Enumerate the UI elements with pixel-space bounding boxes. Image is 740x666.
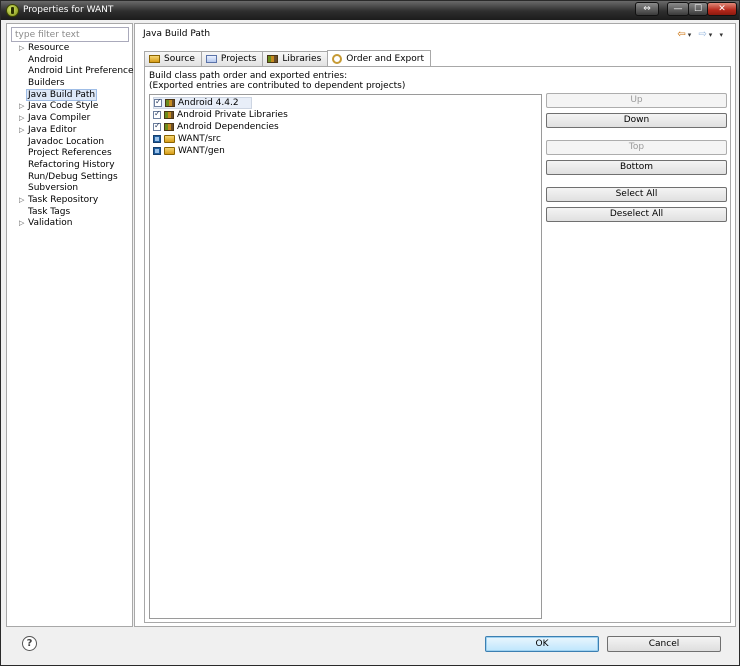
export-checkbox[interactable] xyxy=(154,97,162,107)
maximize-button[interactable]: ☐ xyxy=(688,2,708,16)
list-item[interactable]: WANT/gen xyxy=(153,145,225,157)
list-item[interactable]: Android 4.4.2 xyxy=(153,97,252,109)
properties-dialog: Properties for WANT ⇔ — ☐ ✕ ▷Resource An… xyxy=(0,0,740,666)
close-button[interactable]: ✕ xyxy=(707,2,737,16)
library-icon xyxy=(164,123,174,131)
tree-item-validation[interactable]: ▷ Validation xyxy=(7,218,132,230)
title-bar[interactable]: Properties for WANT ⇔ — ☐ ✕ xyxy=(1,1,739,20)
window-title: Properties for WANT xyxy=(23,5,114,15)
expand-triangle-icon[interactable]: ▷ xyxy=(19,125,24,137)
project-icon xyxy=(205,55,217,63)
export-checkbox[interactable] xyxy=(153,109,161,119)
expand-triangle-icon[interactable]: ▷ xyxy=(19,195,24,207)
tree-item-task-tags[interactable]: Task Tags xyxy=(7,207,132,219)
forward-dropdown-icon[interactable]: ▾ xyxy=(709,31,715,39)
build-path-tabs: Source Projects Libraries Order and Expo… xyxy=(144,50,431,66)
order-export-description: Build class path order and exported entr… xyxy=(149,71,406,91)
tab-source[interactable]: Source xyxy=(144,51,202,66)
tree-item-android-lint-preferences[interactable]: Android Lint Preferences xyxy=(7,66,138,78)
top-button[interactable]: Top xyxy=(546,140,727,155)
tab-projects[interactable]: Projects xyxy=(200,51,264,66)
tree-item-android[interactable]: Android xyxy=(7,55,132,67)
back-arrow-icon[interactable]: ⇦ xyxy=(677,29,687,40)
property-page: Java Build Path ⇦▾ ⇨▾ ▾ Source Projects … xyxy=(134,23,736,627)
eclipse-app-icon xyxy=(6,4,19,17)
deselect-all-button[interactable]: Deselect All xyxy=(546,207,727,222)
tree-item-run-debug-settings[interactable]: Run/Debug Settings xyxy=(7,172,132,184)
folder-icon xyxy=(164,135,175,143)
tab-order-and-export[interactable]: Order and Export xyxy=(327,50,431,66)
tree-item-java-compiler[interactable]: ▷ Java Compiler xyxy=(7,113,132,125)
library-icon xyxy=(165,99,175,107)
folder-icon xyxy=(164,147,175,155)
list-item[interactable]: WANT/src xyxy=(153,133,221,145)
forward-arrow-icon[interactable]: ⇨ xyxy=(698,29,708,40)
tree-item-refactoring-history[interactable]: Refactoring History xyxy=(7,160,132,172)
tree-item-subversion[interactable]: Subversion xyxy=(7,183,132,195)
bottom-button[interactable]: Bottom xyxy=(546,160,727,175)
ok-button[interactable]: OK xyxy=(485,636,599,652)
page-navigation: ⇦▾ ⇨▾ ▾ xyxy=(677,29,725,40)
restore-extra-button[interactable]: ⇔ xyxy=(635,2,659,16)
up-button[interactable]: Up xyxy=(546,93,727,108)
tree-item-task-repository[interactable]: ▷ Task Repository xyxy=(7,195,132,207)
classpath-entry-list[interactable]: Android 4.4.2 Android Private Libraries … xyxy=(149,94,542,619)
library-icon xyxy=(267,55,279,63)
property-tree: ▷ Resource Android Android Lint Preferenc… xyxy=(7,43,138,230)
tree-item-java-code-style[interactable]: ▷ Java Code Style xyxy=(7,101,132,113)
order-export-icon xyxy=(332,53,343,64)
export-checkbox[interactable] xyxy=(153,147,161,155)
export-checkbox[interactable] xyxy=(153,121,161,131)
help-icon[interactable]: ? xyxy=(22,636,37,651)
expand-triangle-icon[interactable]: ▷ xyxy=(19,218,24,230)
expand-triangle-icon[interactable]: ▷ xyxy=(19,43,24,55)
back-dropdown-icon[interactable]: ▾ xyxy=(688,31,694,39)
page-title: Java Build Path xyxy=(143,29,211,39)
select-all-button[interactable]: Select All xyxy=(546,187,727,202)
export-checkbox[interactable] xyxy=(153,135,161,143)
expand-triangle-icon[interactable]: ▷ xyxy=(19,113,24,125)
library-icon xyxy=(164,111,174,119)
order-export-panel: Build class path order and exported entr… xyxy=(144,66,731,623)
view-menu-icon[interactable]: ▾ xyxy=(719,31,725,39)
tree-item-project-references[interactable]: Project References xyxy=(7,148,132,160)
down-button[interactable]: Down xyxy=(546,113,727,128)
list-item[interactable]: Android Private Libraries xyxy=(153,109,288,121)
property-page-list: ▷Resource Android Android Lint Preferenc… xyxy=(6,23,138,627)
tree-item-builders[interactable]: Builders xyxy=(7,78,132,90)
minimize-button[interactable]: — xyxy=(667,2,689,16)
tree-item-javadoc-location[interactable]: Javadoc Location xyxy=(7,137,132,149)
source-folder-icon xyxy=(149,55,160,63)
tree-item-java-editor[interactable]: ▷ Java Editor xyxy=(7,125,132,137)
expand-triangle-icon[interactable]: ▷ xyxy=(19,101,24,113)
tab-libraries[interactable]: Libraries xyxy=(262,51,329,66)
cancel-button[interactable]: Cancel xyxy=(607,636,721,652)
tree-item-java-build-path[interactable]: Java Build Path xyxy=(7,88,132,102)
tree-item-resource[interactable]: ▷ Resource xyxy=(7,43,132,55)
list-item[interactable]: Android Dependencies xyxy=(153,121,279,133)
filter-input[interactable] xyxy=(11,27,129,42)
